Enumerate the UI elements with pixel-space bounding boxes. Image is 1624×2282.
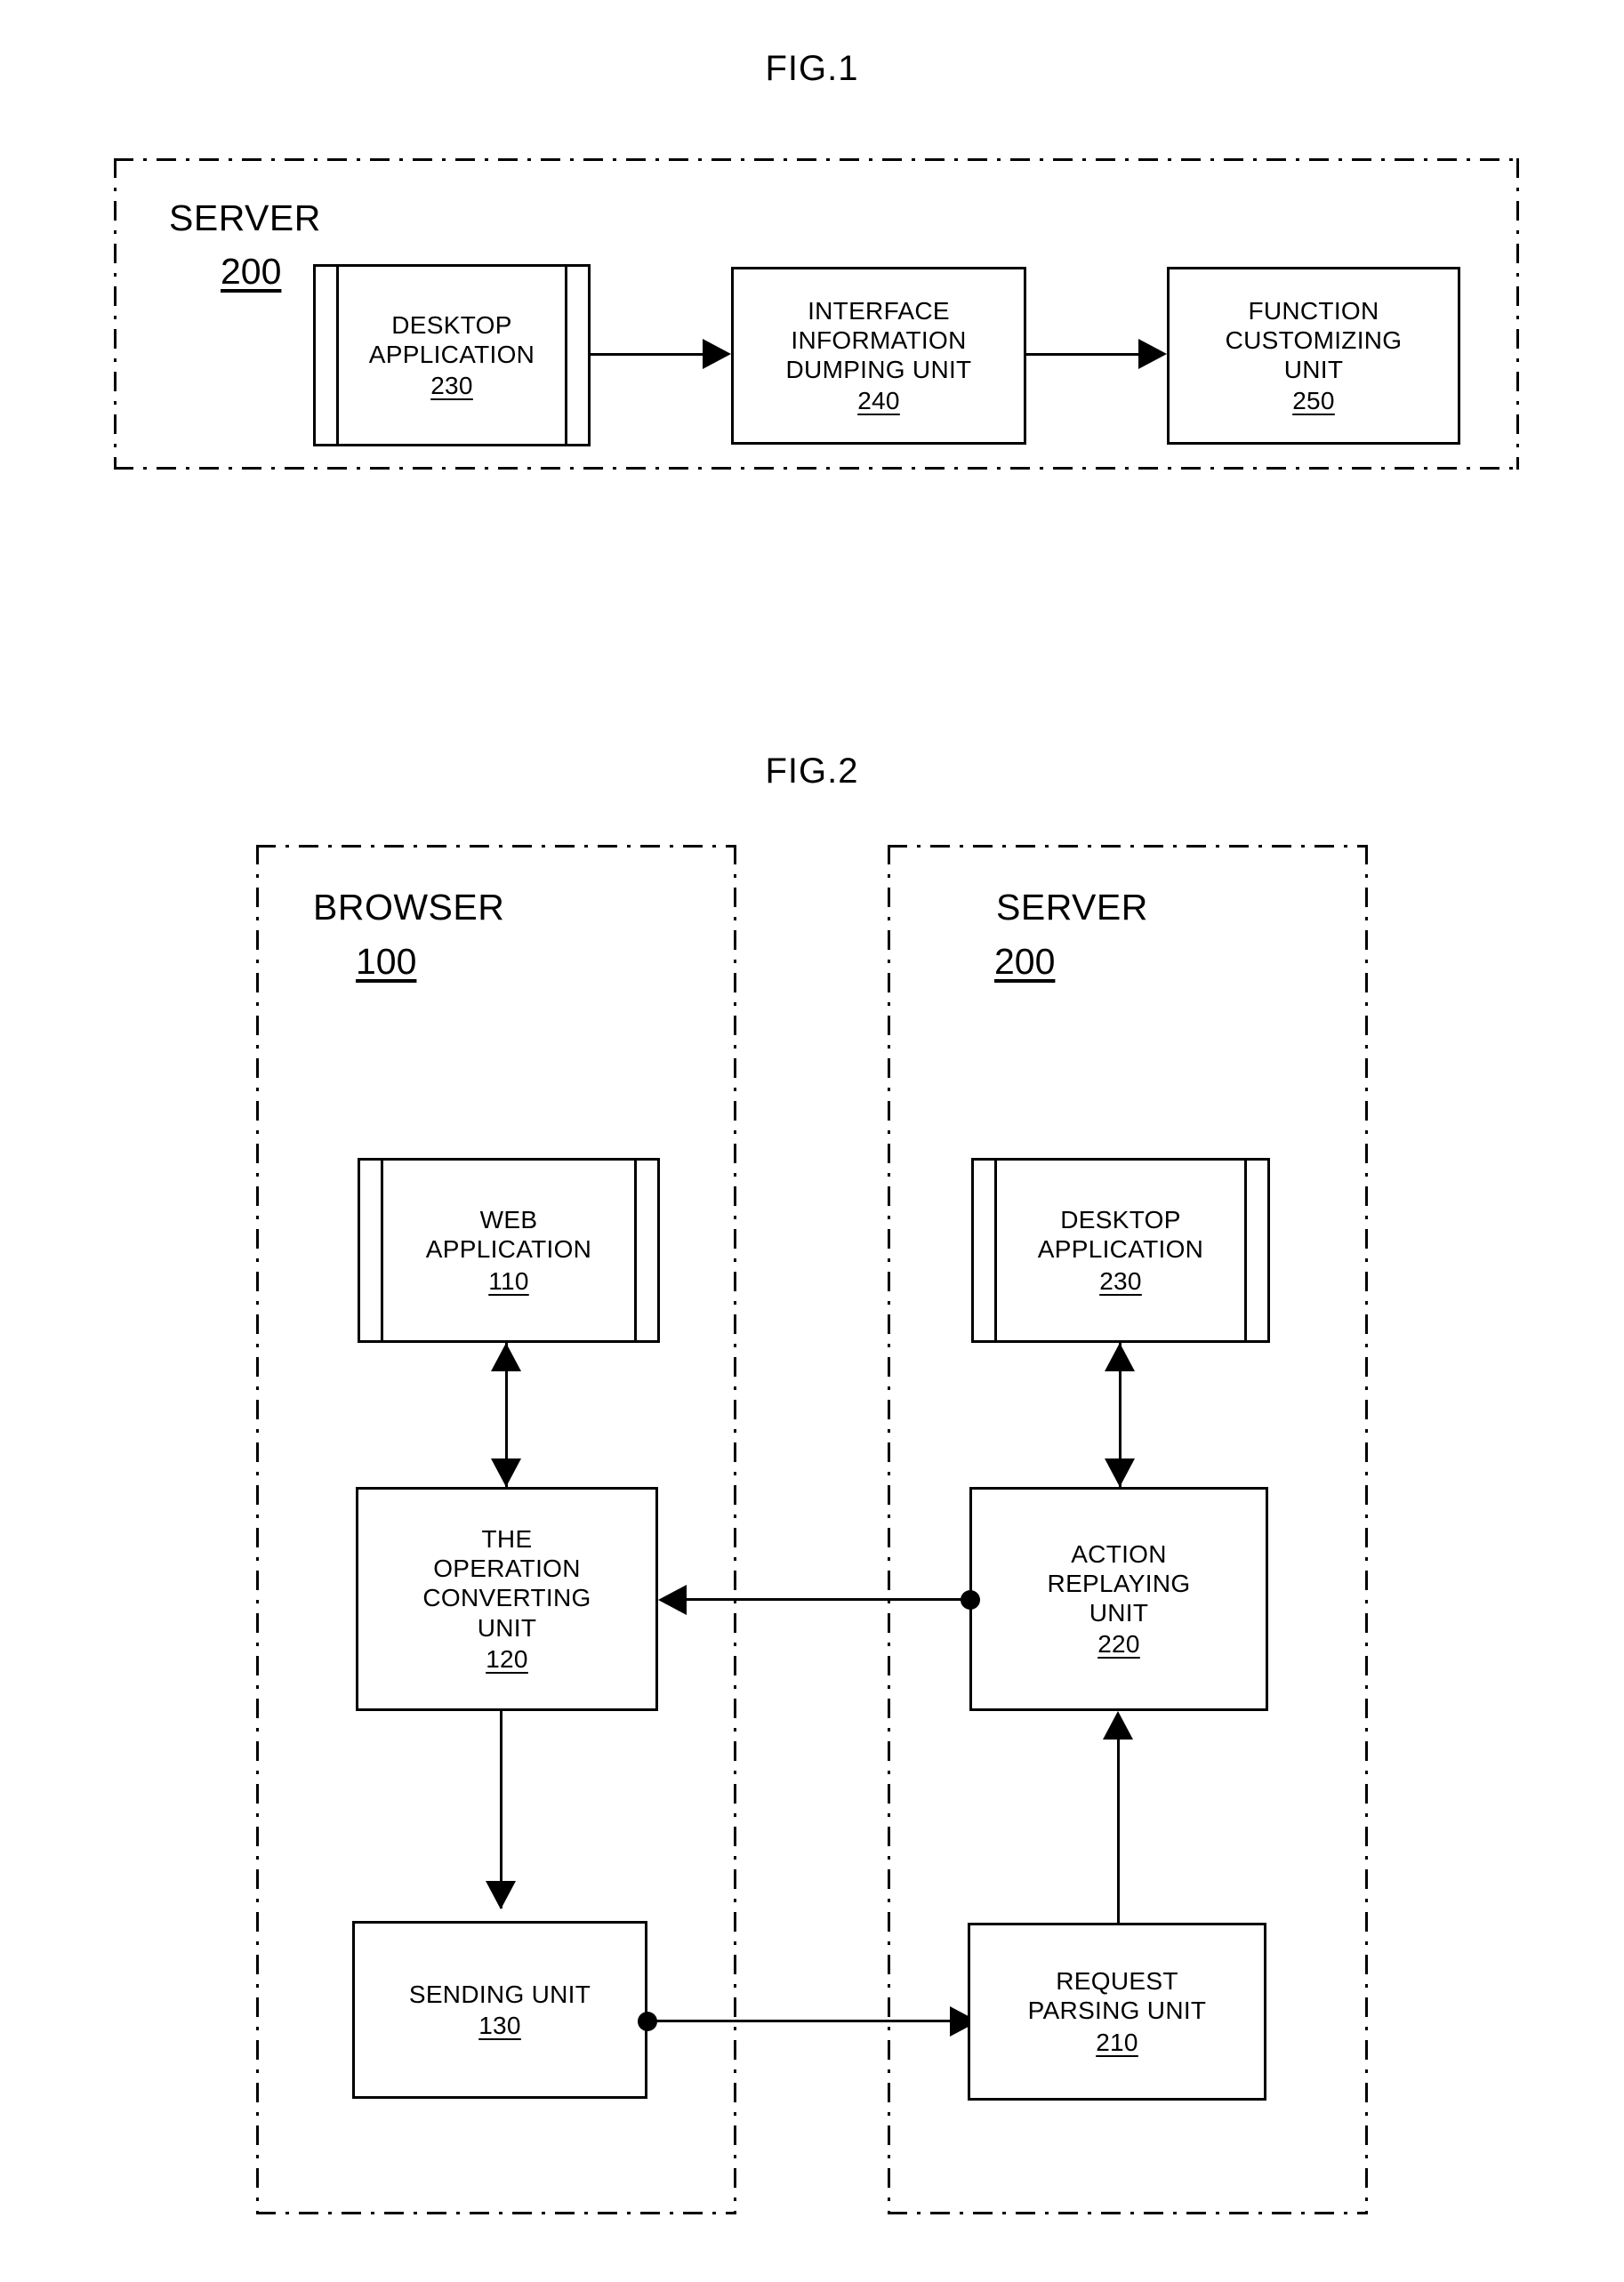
box-reference-number: 130 <box>478 2012 521 2039</box>
box-label: FUNCTION CUSTOMIZING UNIT <box>1225 296 1403 383</box>
box-label: SENDING UNIT <box>408 1980 591 2008</box>
fig2-connector-parsing-to-replaying-arrowhead <box>1103 1711 1133 1740</box>
fig2-connector-replaying-to-converting-line <box>687 1598 968 1601</box>
fig2-connector-web-to-converting-arrow-down <box>491 1458 521 1487</box>
box-label: THE OPERATION CONVERTING UNIT <box>422 1525 591 1642</box>
box-label: REQUEST PARSING UNIT <box>1027 1967 1207 2025</box>
fig1-desktop-application-box[interactable]: DESKTOP APPLICATION 230 <box>313 264 591 446</box>
box-reference-number: 120 <box>486 1644 528 1673</box>
fig2-web-application-box[interactable]: WEB APPLICATION 110 <box>358 1158 660 1343</box>
box-reference-number: 230 <box>1099 1266 1142 1295</box>
fig2-browser-label: BROWSER <box>313 887 505 928</box>
fig2-connector-replaying-to-desktop-arrow-up <box>1105 1343 1135 1371</box>
fig1-connector-2-arrowhead <box>1138 339 1167 369</box>
fig2-server-label: SERVER <box>996 887 1148 928</box>
box-label: DESKTOP APPLICATION <box>368 310 535 368</box>
fig2-connector-replaying-to-converting-arrowhead <box>658 1585 687 1615</box>
fig1-function-customizing-unit-box[interactable]: FUNCTION CUSTOMIZING UNIT 250 <box>1167 267 1460 445</box>
fig2-connector-sending-to-parsing-line <box>646 2020 975 2022</box>
fig2-request-parsing-unit-box[interactable]: REQUEST PARSING UNIT 210 <box>968 1923 1266 2101</box>
fig2-server-number: 200 <box>994 941 1056 982</box>
box-reference-number: 250 <box>1292 387 1335 415</box>
box-label: DESKTOP APPLICATION <box>1037 1206 1204 1264</box>
fig2-connector-web-to-converting-arrow-up <box>491 1343 521 1371</box>
fig2-connector-converting-to-sending-line <box>500 1711 502 1908</box>
box-label: WEB APPLICATION <box>425 1206 592 1264</box>
fig1-connector-2-line <box>1026 353 1151 356</box>
figure-2-title: FIG.2 <box>765 751 859 791</box>
box-label: INTERFACE INFORMATION DUMPING UNIT <box>785 296 972 383</box>
fig2-action-replaying-unit-box[interactable]: ACTION REPLAYING UNIT 220 <box>969 1487 1268 1711</box>
fig1-interface-information-dumping-unit-box[interactable]: INTERFACE INFORMATION DUMPING UNIT 240 <box>731 267 1026 445</box>
box-reference-number: 210 <box>1096 2028 1138 2056</box>
fig1-server-number: 200 <box>221 251 282 292</box>
fig2-browser-number: 100 <box>356 941 417 982</box>
box-reference-number: 240 <box>857 387 900 415</box>
box-reference-number: 220 <box>1097 1630 1140 1659</box>
fig2-sending-unit-box[interactable]: SENDING UNIT 130 <box>352 1921 647 2099</box>
fig2-operation-converting-unit-box[interactable]: THE OPERATION CONVERTING UNIT 120 <box>356 1487 658 1711</box>
box-label: ACTION REPLAYING UNIT <box>1047 1539 1191 1627</box>
fig2-connector-converting-to-sending-arrowhead <box>486 1881 516 1909</box>
fig2-desktop-application-box[interactable]: DESKTOP APPLICATION 230 <box>971 1158 1270 1343</box>
fig2-connector-replaying-to-desktop-arrow-down <box>1105 1458 1135 1487</box>
fig2-connector-parsing-to-replaying-line <box>1117 1716 1120 1923</box>
fig1-server-label: SERVER <box>169 197 321 238</box>
box-reference-number: 230 <box>430 372 473 400</box>
figure-1-title: FIG.1 <box>765 49 859 88</box>
fig1-connector-1-arrowhead <box>703 339 731 369</box>
fig1-connector-1-line <box>591 353 715 356</box>
box-reference-number: 110 <box>488 1266 529 1295</box>
